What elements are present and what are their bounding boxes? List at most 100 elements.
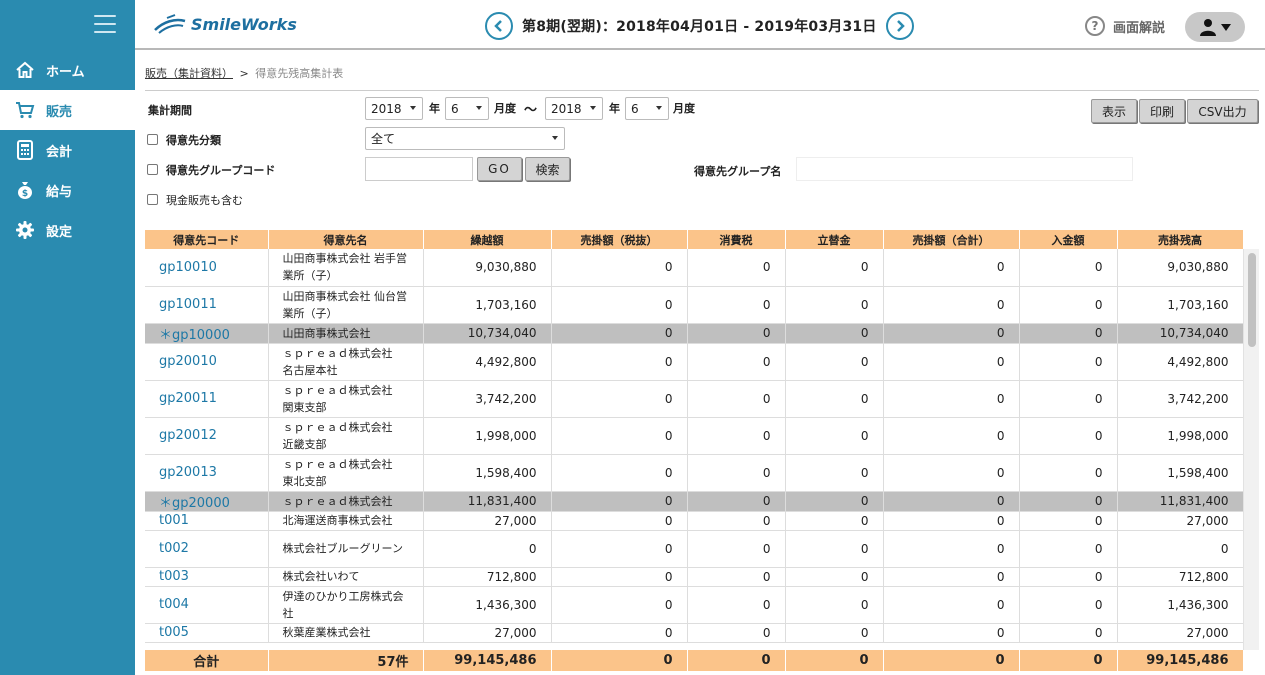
display-button[interactable]: 表示 <box>1091 99 1137 123</box>
chevron-right-icon <box>896 20 905 32</box>
next-period-button[interactable] <box>885 12 914 40</box>
period-label: 第8期(翌期)：2018年04月01日 - 2019年03月31日 <box>522 19 877 35</box>
amount-cell: 0 <box>785 530 884 568</box>
table-row: gp20012 ｓｐｒｅａｄ株式会社 近畿支部 1,998,000 0 0 0 0 0 1,99… <box>145 417 1244 455</box>
amount-cell: 0 <box>687 530 786 568</box>
logo[interactable]: SmileWorks <box>153 12 297 36</box>
customer-code-link[interactable]: gp20011 <box>145 380 269 418</box>
total-cell: 0 <box>687 650 786 671</box>
amount-cell: 0 <box>687 454 786 492</box>
column-header: 売掛残高 <box>1117 230 1244 249</box>
amount-cell: 1,998,000 <box>423 417 552 455</box>
amount-cell: 0 <box>551 530 688 568</box>
amount-cell: 0 <box>1019 454 1118 492</box>
calculator-icon <box>14 139 36 161</box>
group-code-input[interactable] <box>365 157 473 181</box>
sidebar-item-label: 販売 <box>46 104 73 120</box>
from-month-value: 6 <box>451 101 459 116</box>
table-row: gp20010 ｓｐｒｅａｄ株式会社 名古屋本社 4,492,800 0 0 0 0 0 4,4… <box>145 343 1244 381</box>
sidebar-item-label: ホーム <box>46 64 85 80</box>
amount-cell: 27,000 <box>1117 623 1244 643</box>
amount-cell: 0 <box>883 323 1020 344</box>
customer-name: ｓｐｒｅａｄ株式会社 関東支部 <box>268 380 424 418</box>
total-cell: 0 <box>785 650 884 671</box>
sidebar-item-payroll[interactable]: $ 給与 <box>0 170 135 210</box>
print-button[interactable]: 印刷 <box>1139 99 1185 123</box>
amount-cell: 0 <box>785 343 884 381</box>
sidebar-item-accounting[interactable]: 会計 <box>0 130 135 170</box>
customer-class-value: 全て <box>371 132 396 146</box>
customer-code-link[interactable]: t005 <box>145 623 269 643</box>
breadcrumb-current: 得意先残高集計表 <box>255 67 344 80</box>
to-year-select[interactable]: 2018 <box>545 97 603 120</box>
scrollbar-thumb[interactable] <box>1248 253 1256 347</box>
from-year-select[interactable]: 2018 <box>365 97 423 120</box>
amount-cell: 9,030,880 <box>1117 249 1244 287</box>
amount-cell: 10,734,040 <box>423 323 552 344</box>
customer-name: ｓｐｒｅａｄ株式会社 名古屋本社 <box>268 343 424 381</box>
group-name-label: 得意先グループ名 <box>694 165 782 178</box>
user-menu-button[interactable] <box>1185 12 1245 42</box>
amount-cell: 0 <box>883 491 1020 512</box>
amount-cell: 0 <box>883 511 1020 531</box>
customer-code-link[interactable]: t004 <box>145 586 269 624</box>
amount-cell: 27,000 <box>1117 511 1244 531</box>
total-count: 57件 <box>268 650 424 671</box>
amount-cell: 0 <box>785 417 884 455</box>
total-label: 合計 <box>145 650 269 671</box>
amount-cell: 3,742,200 <box>423 380 552 418</box>
customer-code-link[interactable]: ＊gp20000 <box>145 491 269 512</box>
caret-down-icon <box>1220 24 1231 31</box>
total-cell: 0 <box>883 650 1020 671</box>
sidebar-item-home[interactable]: ホーム <box>0 50 135 90</box>
amount-cell: 0 <box>687 567 786 587</box>
amount-cell: 0 <box>785 323 884 344</box>
customer-class-select[interactable]: 全て <box>365 127 565 150</box>
amount-cell: 0 <box>687 380 786 418</box>
amount-cell: 0 <box>1019 491 1118 512</box>
prev-period-button[interactable] <box>485 12 513 40</box>
amount-cell: 0 <box>785 623 884 643</box>
to-month-select[interactable]: 6 <box>625 97 669 120</box>
customer-code-link[interactable]: t001 <box>145 511 269 531</box>
amount-cell: 0 <box>1019 567 1118 587</box>
table-row: t001 北海運送商事株式会社 27,000 0 0 0 0 0 27,000 <box>145 511 1244 531</box>
header: SmileWorks 第8期(翌期)：2018年04月01日 - 2019年03… <box>135 0 1265 50</box>
table-row: t005 秋葉産業株式会社 27,000 0 0 0 0 0 27,000 <box>145 623 1244 643</box>
cash-sales-checkbox[interactable] <box>147 194 158 205</box>
table-row: gp20013 ｓｐｒｅａｄ株式会社 東北支部 1,598,400 0 0 0 0 0 1,59… <box>145 454 1244 492</box>
table-body-scroll[interactable]: gp10010 山田商事株式会社 岩手営業所（子） 9,030,880 0 0 0 0 0 9,… <box>145 249 1259 650</box>
amount-cell: 11,831,400 <box>1117 491 1244 512</box>
help-button[interactable]: ? 画面解説 <box>1085 16 1165 36</box>
sidebar-item-settings[interactable]: 設定 <box>0 210 135 250</box>
period-label: 集計期間 <box>148 104 192 117</box>
customer-name: ｓｐｒｅａｄ株式会社 東北支部 <box>268 454 424 492</box>
table-row: t003 株式会社いわて 712,800 0 0 0 0 0 712,800 <box>145 567 1244 587</box>
year-unit-label: 年 <box>429 102 440 115</box>
customer-code-link[interactable]: gp20012 <box>145 417 269 455</box>
csv-export-button[interactable]: CSV出力 <box>1187 99 1258 123</box>
customer-code-link[interactable]: gp20010 <box>145 343 269 381</box>
from-month-select[interactable]: 6 <box>445 97 489 120</box>
customer-code-link[interactable]: gp20013 <box>145 454 269 492</box>
group-summary-row: ＊gp10000 山田商事株式会社 10,734,040 0 0 0 0 0 10,734,04… <box>145 323 1244 344</box>
table-row: gp10011 山田商事株式会社 仙台営業所（子） 1,703,160 0 0 0 0 0 1,… <box>145 286 1244 324</box>
customer-code-link[interactable]: t003 <box>145 567 269 587</box>
sidebar-item-sales[interactable]: 販売 <box>0 90 135 130</box>
customer-code-link[interactable]: t002 <box>145 530 269 568</box>
home-icon <box>14 59 36 81</box>
table-scrollbar[interactable] <box>1243 249 1259 650</box>
amount-cell: 0 <box>883 567 1020 587</box>
search-button[interactable]: 検索 <box>525 157 570 181</box>
go-button[interactable]: GO <box>477 157 522 181</box>
customer-code-link[interactable]: gp10011 <box>145 286 269 324</box>
customer-class-checkbox[interactable] <box>147 134 158 145</box>
month-unit-label: 月度 <box>673 102 695 115</box>
hamburger-menu-icon[interactable] <box>94 15 116 33</box>
amount-cell: 0 <box>1019 586 1118 624</box>
amount-cell: 0 <box>687 343 786 381</box>
customer-code-link[interactable]: ＊gp10000 <box>145 323 269 344</box>
group-code-checkbox[interactable] <box>147 164 158 175</box>
customer-code-link[interactable]: gp10010 <box>145 249 269 287</box>
breadcrumb-link-sales-reports[interactable]: 販売（集計資料） <box>145 67 233 80</box>
